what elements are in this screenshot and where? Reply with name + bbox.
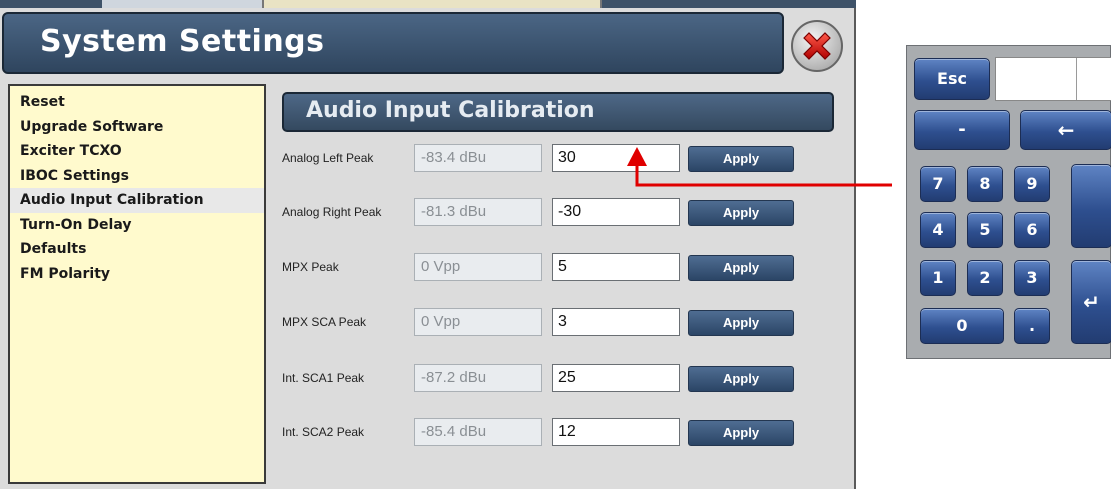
row-label: MPX SCA Peak <box>282 315 367 329</box>
measured-value: 0 Vpp <box>414 253 542 281</box>
measured-value: 0 Vpp <box>414 308 542 336</box>
top-tab-active[interactable] <box>262 0 602 8</box>
settings-menu: Reset Upgrade Software Exciter TCXO IBOC… <box>8 84 266 484</box>
measured-value: -83.4 dBu <box>414 144 542 172</box>
section-title: Audio Input Calibration <box>306 98 595 123</box>
peak-input[interactable] <box>552 198 680 226</box>
section-header: Audio Input Calibration <box>282 92 834 132</box>
menu-item-iboc-settings[interactable]: IBOC Settings <box>10 164 264 189</box>
esc-key[interactable]: Esc <box>914 58 990 100</box>
numeric-keypad: Esc - ← 7 8 9 4 5 6 1 2 3 ↵ 0 . <box>906 45 1111 359</box>
peak-input[interactable] <box>552 308 680 336</box>
peak-input[interactable] <box>552 253 680 281</box>
peak-input-selected[interactable] <box>552 418 680 446</box>
digit-9-key[interactable]: 9 <box>1014 166 1050 202</box>
row-label: Int. SCA1 Peak <box>282 371 365 385</box>
row-label: Analog Left Peak <box>282 151 374 165</box>
menu-item-reset[interactable]: Reset <box>10 90 264 115</box>
calibration-row-int-sca1: Int. SCA1 Peak -87.2 dBu Apply <box>282 364 842 394</box>
calibration-row-analog-right: Analog Right Peak -81.3 dBu Apply <box>282 198 842 228</box>
row-label: Int. SCA2 Peak <box>282 425 365 439</box>
digit-8-key[interactable]: 8 <box>967 166 1003 202</box>
measured-value: -85.4 dBu <box>414 418 542 446</box>
minus-key[interactable]: - <box>914 110 1010 150</box>
apply-button[interactable]: Apply <box>688 255 794 281</box>
digit-3-key[interactable]: 3 <box>1014 260 1050 296</box>
digit-7-key[interactable]: 7 <box>920 166 956 202</box>
menu-item-exciter-tcxo[interactable]: Exciter TCXO <box>10 139 264 164</box>
digit-4-key[interactable]: 4 <box>920 212 956 248</box>
apply-button[interactable]: Apply <box>688 366 794 392</box>
calibration-row-mpx: MPX Peak 0 Vpp Apply <box>282 253 842 283</box>
row-label: Analog Right Peak <box>282 205 382 219</box>
calibration-row-analog-left: Analog Left Peak -83.4 dBu Apply <box>282 144 842 174</box>
top-tab[interactable] <box>102 0 262 8</box>
digit-5-key[interactable]: 5 <box>967 212 1003 248</box>
peak-input[interactable] <box>552 144 680 172</box>
digit-0-key[interactable]: 0 <box>920 308 1004 344</box>
scroll-key[interactable] <box>1071 164 1111 248</box>
digit-1-key[interactable]: 1 <box>920 260 956 296</box>
apply-button[interactable]: Apply <box>688 146 794 172</box>
digit-6-key[interactable]: 6 <box>1014 212 1050 248</box>
calibration-row-mpx-sca: MPX SCA Peak 0 Vpp Apply <box>282 308 842 338</box>
measured-value: -87.2 dBu <box>414 364 542 392</box>
menu-item-turn-on-delay[interactable]: Turn-On Delay <box>10 213 264 238</box>
display-divider <box>1076 58 1077 100</box>
measured-value: -81.3 dBu <box>414 198 542 226</box>
menu-item-fm-polarity[interactable]: FM Polarity <box>10 262 264 287</box>
calibration-row-int-sca2: Int. SCA2 Peak -85.4 dBu Apply <box>282 418 842 448</box>
apply-button[interactable]: Apply <box>688 200 794 226</box>
menu-item-audio-input-calibration[interactable]: Audio Input Calibration <box>10 188 264 213</box>
close-button[interactable] <box>791 20 843 72</box>
apply-button[interactable]: Apply <box>688 310 794 336</box>
digit-2-key[interactable]: 2 <box>967 260 1003 296</box>
top-tab-strip <box>0 0 856 8</box>
close-icon <box>803 32 831 60</box>
apply-button[interactable]: Apply <box>688 420 794 446</box>
backspace-key[interactable]: ← <box>1020 110 1111 150</box>
peak-input[interactable] <box>552 364 680 392</box>
decimal-key[interactable]: . <box>1014 308 1050 344</box>
system-settings-window: System Settings Reset Upgrade Software E… <box>0 0 856 489</box>
window-title: System Settings <box>40 24 325 59</box>
row-label: MPX Peak <box>282 260 339 274</box>
keypad-display <box>995 57 1111 101</box>
title-bar: System Settings <box>2 12 784 74</box>
menu-item-upgrade-software[interactable]: Upgrade Software <box>10 115 264 140</box>
enter-key[interactable]: ↵ <box>1071 260 1111 344</box>
menu-item-defaults[interactable]: Defaults <box>10 237 264 262</box>
